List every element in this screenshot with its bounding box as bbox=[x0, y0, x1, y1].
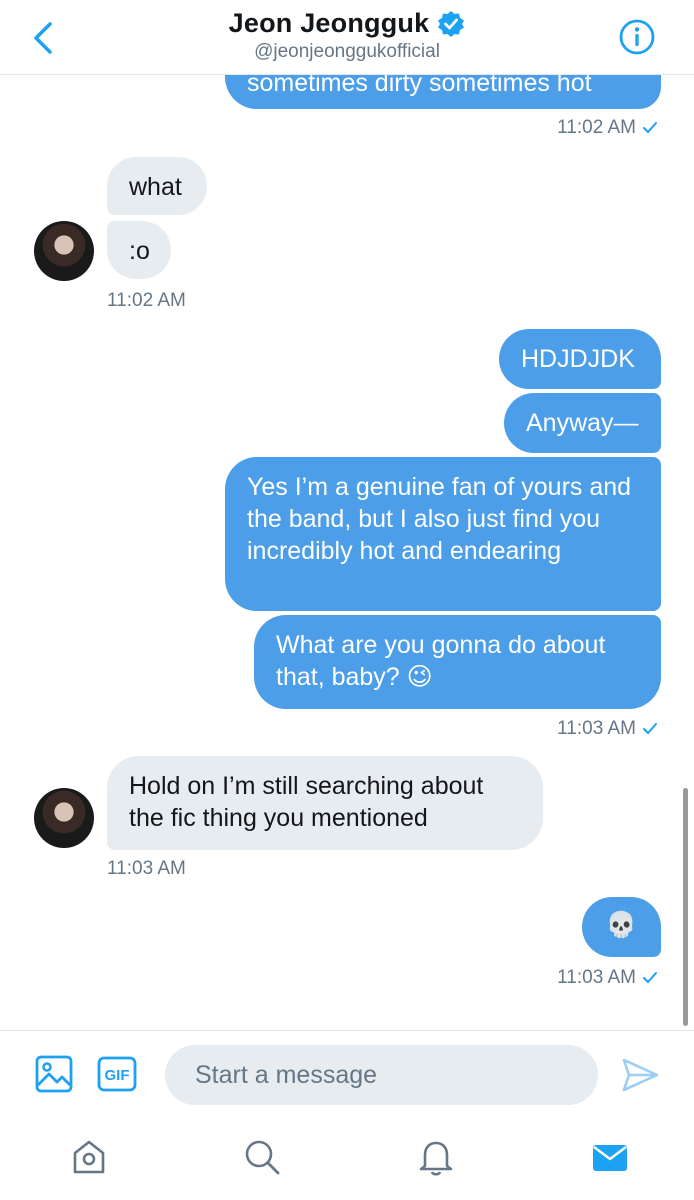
sent-check-icon bbox=[643, 122, 657, 134]
message-bubble[interactable]: What are you gonna do about that, baby? … bbox=[254, 615, 661, 709]
message-bubble[interactable]: what bbox=[107, 157, 207, 215]
gif-label: GIF bbox=[105, 1067, 130, 1084]
info-icon bbox=[619, 19, 655, 55]
message-list[interactable]: sometimes dirty sometimes hot 11:02 AM w… bbox=[0, 75, 694, 1030]
image-icon bbox=[35, 1055, 73, 1093]
search-icon bbox=[245, 1140, 280, 1175]
contact-handle: @jeonjeonggukofficial bbox=[254, 41, 440, 62]
message-timestamp: 11:03 AM bbox=[557, 718, 658, 740]
conversation-title-block[interactable]: Jeon Jeongguk @jeonjeonggukofficial bbox=[0, 8, 694, 63]
scrollbar[interactable] bbox=[683, 788, 688, 1026]
message-bubble[interactable]: 💀 bbox=[582, 897, 661, 957]
message-timestamp: 11:02 AM bbox=[107, 290, 186, 311]
message-input[interactable] bbox=[165, 1045, 598, 1105]
message-timestamp: 11:03 AM bbox=[107, 858, 186, 879]
bottom-tab-bar bbox=[0, 1120, 694, 1200]
notifications-bell-icon bbox=[419, 1141, 453, 1176]
add-gif-button[interactable]: GIF bbox=[97, 1056, 137, 1097]
message-bubble[interactable]: :o bbox=[107, 221, 171, 279]
messages-envelope-icon bbox=[593, 1145, 627, 1171]
avatar[interactable] bbox=[34, 221, 94, 281]
message-bubble[interactable]: Yes I’m a genuine fan of yours and the b… bbox=[225, 457, 661, 611]
sent-check-icon bbox=[643, 972, 657, 984]
tab-search[interactable] bbox=[237, 1132, 287, 1182]
message-bubble[interactable]: Hold on I’m still searching about the fi… bbox=[107, 756, 543, 850]
tab-home[interactable] bbox=[64, 1132, 114, 1182]
message-bubble[interactable]: sometimes dirty sometimes hot bbox=[225, 75, 661, 109]
add-image-button[interactable] bbox=[35, 1055, 73, 1098]
send-icon bbox=[622, 1058, 659, 1092]
send-button[interactable] bbox=[620, 1055, 660, 1100]
home-icon bbox=[73, 1140, 105, 1174]
message-bubble[interactable]: Anyway— bbox=[504, 393, 661, 453]
message-timestamp: 11:03 AM bbox=[557, 967, 658, 989]
message-bubble[interactable]: HDJDJDK bbox=[499, 329, 661, 389]
conversation-info-button[interactable] bbox=[618, 18, 656, 61]
message-composer: GIF bbox=[0, 1030, 694, 1121]
message-timestamp: 11:02 AM bbox=[557, 117, 658, 139]
contact-name: Jeon Jeongguk bbox=[228, 8, 430, 38]
sent-check-icon bbox=[643, 723, 657, 735]
tab-notifications[interactable] bbox=[411, 1132, 461, 1182]
verified-badge-icon bbox=[438, 10, 465, 37]
gif-icon: GIF bbox=[97, 1056, 137, 1092]
tab-messages[interactable] bbox=[585, 1132, 635, 1182]
avatar[interactable] bbox=[34, 788, 94, 848]
conversation-header: Jeon Jeongguk @jeonjeonggukofficial bbox=[0, 0, 694, 75]
